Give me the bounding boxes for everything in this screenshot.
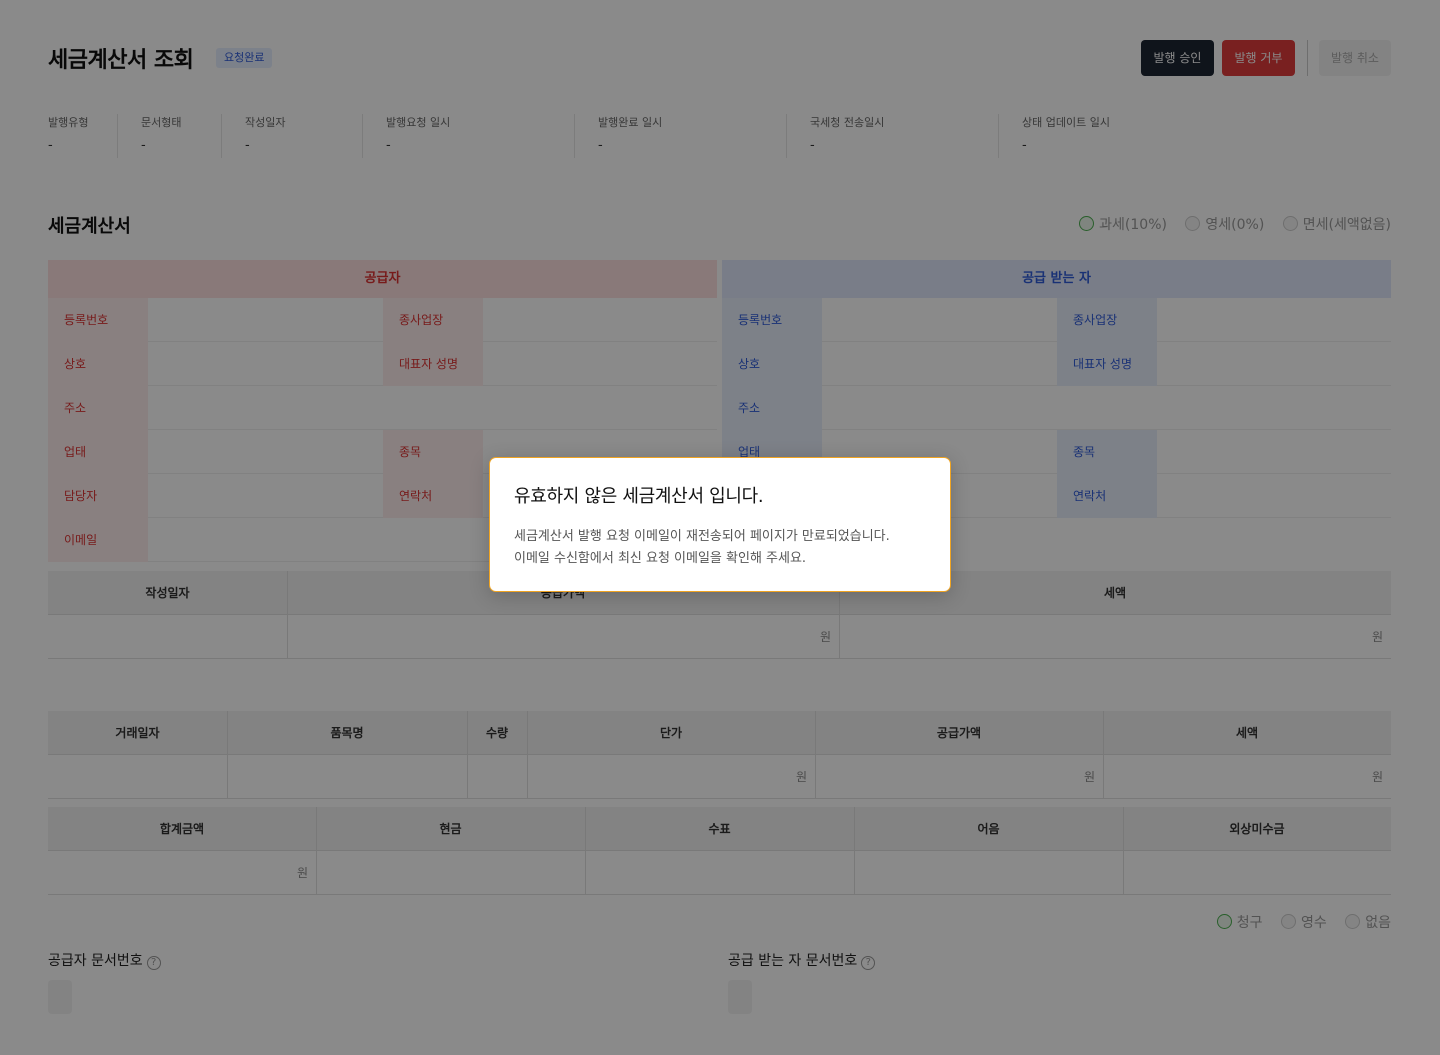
modal-message: 세금계산서 발행 요청 이메일이 재전송되어 페이지가 만료되었습니다. 이메일… [514, 526, 890, 570]
modal-title: 유효하지 않은 세금계산서 입니다. [514, 486, 764, 507]
invalid-invoice-modal: 유효하지 않은 세금계산서 입니다. 세금계산서 발행 요청 이메일이 재전송되… [489, 457, 951, 592]
modal-message-line: 이메일 수신함에서 최신 요청 이메일을 확인해 주세요. [514, 551, 807, 566]
modal-message-line: 세금계산서 발행 요청 이메일이 재전송되어 페이지가 만료되었습니다. [514, 529, 890, 544]
